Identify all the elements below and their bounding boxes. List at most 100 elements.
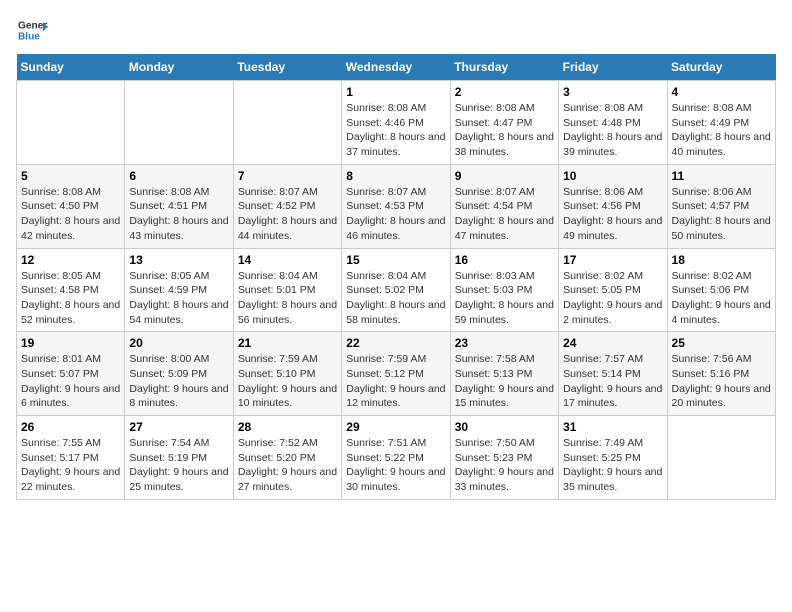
day-cell [233, 81, 341, 165]
day-info: Sunrise: 7:59 AMSunset: 5:12 PMDaylight:… [346, 352, 445, 411]
day-cell: 23 Sunrise: 7:58 AMSunset: 5:13 PMDayligh… [450, 332, 558, 416]
day-info: Sunrise: 8:07 AMSunset: 4:53 PMDaylight:… [346, 185, 445, 244]
weekday-header-wednesday: Wednesday [342, 54, 450, 81]
week-row-5: 26 Sunrise: 7:55 AMSunset: 5:17 PMDayligh… [17, 416, 776, 500]
day-cell: 13Sunrise: 8:05 AMSunset: 4:59 PMDayligh… [125, 248, 233, 332]
day-number: 28 [238, 420, 337, 434]
weekday-header-sunday: Sunday [17, 54, 125, 81]
day-cell [125, 81, 233, 165]
day-cell: 3 Sunrise: 8:08 AMSunset: 4:48 PMDaylight… [559, 81, 667, 165]
day-cell: 1 Sunrise: 8:08 AMSunset: 4:46 PMDaylight… [342, 81, 450, 165]
day-number: 8 [346, 169, 445, 183]
day-info: Sunrise: 7:52 AMSunset: 5:20 PMDaylight:… [238, 436, 337, 495]
day-cell: 29Sunrise: 7:51 AMSunset: 5:22 PMDayligh… [342, 416, 450, 500]
day-number: 3 [563, 85, 662, 99]
day-info: Sunrise: 7:58 AMSunset: 5:13 PMDaylight:… [455, 352, 554, 411]
day-cell: 5 Sunrise: 8:08 AMSunset: 4:50 PMDaylight… [17, 164, 125, 248]
day-number: 6 [129, 169, 228, 183]
day-cell: 2 Sunrise: 8:08 AMSunset: 4:47 PMDaylight… [450, 81, 558, 165]
day-number: 21 [238, 336, 337, 350]
day-info: Sunrise: 8:08 AMSunset: 4:50 PMDaylight:… [21, 185, 120, 244]
day-info: Sunrise: 7:51 AMSunset: 5:22 PMDaylight:… [346, 436, 445, 495]
day-cell: 16Sunrise: 8:03 AMSunset: 5:03 PMDayligh… [450, 248, 558, 332]
day-cell: 4 Sunrise: 8:08 AMSunset: 4:49 PMDaylight… [667, 81, 775, 165]
day-number: 16 [455, 253, 554, 267]
calendar-table: SundayMondayTuesdayWednesdayThursdayFrid… [16, 54, 776, 500]
weekday-header-thursday: Thursday [450, 54, 558, 81]
day-info: Sunrise: 8:04 AMSunset: 5:01 PMDaylight:… [238, 269, 337, 328]
day-info: Sunrise: 8:06 AMSunset: 4:56 PMDaylight:… [563, 185, 662, 244]
day-number: 27 [129, 420, 228, 434]
day-info: Sunrise: 8:08 AMSunset: 4:48 PMDaylight:… [563, 101, 662, 160]
day-cell: 31 Sunrise: 7:49 AMSunset: 5:25 PMDayligh… [559, 416, 667, 500]
day-cell: 21 Sunrise: 7:59 AMSunset: 5:10 PMDayligh… [233, 332, 341, 416]
day-number: 15 [346, 253, 445, 267]
day-number: 22 [346, 336, 445, 350]
day-cell: 24Sunrise: 7:57 AMSunset: 5:14 PMDayligh… [559, 332, 667, 416]
day-cell: 26 Sunrise: 7:55 AMSunset: 5:17 PMDayligh… [17, 416, 125, 500]
day-cell [17, 81, 125, 165]
day-number: 10 [563, 169, 662, 183]
weekday-header-row: SundayMondayTuesdayWednesdayThursdayFrid… [17, 54, 776, 81]
day-cell: 28 Sunrise: 7:52 AMSunset: 5:20 PMDayligh… [233, 416, 341, 500]
day-info: Sunrise: 7:55 AMSunset: 5:17 PMDaylight:… [21, 436, 120, 495]
day-cell: 7Sunrise: 8:07 AMSunset: 4:52 PMDaylight… [233, 164, 341, 248]
day-info: Sunrise: 7:49 AMSunset: 5:25 PMDaylight:… [563, 436, 662, 495]
day-number: 2 [455, 85, 554, 99]
logo: General Blue [16, 16, 48, 44]
day-number: 9 [455, 169, 554, 183]
day-cell: 19 Sunrise: 8:01 AMSunset: 5:07 PMDayligh… [17, 332, 125, 416]
day-number: 23 [455, 336, 554, 350]
weekday-header-monday: Monday [125, 54, 233, 81]
svg-text:Blue: Blue [18, 31, 40, 42]
day-info: Sunrise: 8:08 AMSunset: 4:49 PMDaylight:… [672, 101, 771, 160]
day-number: 19 [21, 336, 120, 350]
day-number: 1 [346, 85, 445, 99]
day-number: 20 [129, 336, 228, 350]
day-info: Sunrise: 7:59 AMSunset: 5:10 PMDaylight:… [238, 352, 337, 411]
day-number: 14 [238, 253, 337, 267]
logo-icon: General Blue [16, 16, 48, 44]
day-number: 30 [455, 420, 554, 434]
day-info: Sunrise: 8:06 AMSunset: 4:57 PMDaylight:… [672, 185, 771, 244]
day-cell: 8 Sunrise: 8:07 AMSunset: 4:53 PMDaylight… [342, 164, 450, 248]
day-info: Sunrise: 8:05 AMSunset: 4:58 PMDaylight:… [21, 269, 120, 328]
day-info: Sunrise: 8:04 AMSunset: 5:02 PMDaylight:… [346, 269, 445, 328]
day-info: Sunrise: 8:08 AMSunset: 4:46 PMDaylight:… [346, 101, 445, 160]
weekday-header-saturday: Saturday [667, 54, 775, 81]
page-header: General Blue [16, 16, 776, 44]
day-number: 4 [672, 85, 771, 99]
day-info: Sunrise: 8:08 AMSunset: 4:47 PMDaylight:… [455, 101, 554, 160]
day-number: 5 [21, 169, 120, 183]
weekday-header-friday: Friday [559, 54, 667, 81]
day-info: Sunrise: 8:02 AMSunset: 5:05 PMDaylight:… [563, 269, 662, 328]
day-cell: 30 Sunrise: 7:50 AMSunset: 5:23 PMDayligh… [450, 416, 558, 500]
day-number: 11 [672, 169, 771, 183]
day-cell: 14 Sunrise: 8:04 AMSunset: 5:01 PMDayligh… [233, 248, 341, 332]
day-cell: 11 Sunrise: 8:06 AMSunset: 4:57 PMDayligh… [667, 164, 775, 248]
week-row-1: 1 Sunrise: 8:08 AMSunset: 4:46 PMDaylight… [17, 81, 776, 165]
day-info: Sunrise: 7:56 AMSunset: 5:16 PMDaylight:… [672, 352, 771, 411]
day-cell: 15 Sunrise: 8:04 AMSunset: 5:02 PMDayligh… [342, 248, 450, 332]
day-number: 25 [672, 336, 771, 350]
day-info: Sunrise: 8:05 AMSunset: 4:59 PMDaylight:… [129, 269, 228, 328]
day-cell: 12 Sunrise: 8:05 AMSunset: 4:58 PMDayligh… [17, 248, 125, 332]
weekday-header-tuesday: Tuesday [233, 54, 341, 81]
day-info: Sunrise: 8:01 AMSunset: 5:07 PMDaylight:… [21, 352, 120, 411]
day-number: 18 [672, 253, 771, 267]
day-number: 26 [21, 420, 120, 434]
day-info: Sunrise: 7:50 AMSunset: 5:23 PMDaylight:… [455, 436, 554, 495]
day-cell: 20Sunrise: 8:00 AMSunset: 5:09 PMDayligh… [125, 332, 233, 416]
day-cell: 22 Sunrise: 7:59 AMSunset: 5:12 PMDayligh… [342, 332, 450, 416]
day-cell: 27 Sunrise: 7:54 AMSunset: 5:19 PMDayligh… [125, 416, 233, 500]
day-info: Sunrise: 7:54 AMSunset: 5:19 PMDaylight:… [129, 436, 228, 495]
day-number: 17 [563, 253, 662, 267]
week-row-2: 5 Sunrise: 8:08 AMSunset: 4:50 PMDaylight… [17, 164, 776, 248]
day-number: 31 [563, 420, 662, 434]
day-number: 12 [21, 253, 120, 267]
day-cell: 18Sunrise: 8:02 AMSunset: 5:06 PMDayligh… [667, 248, 775, 332]
day-cell: 25 Sunrise: 7:56 AMSunset: 5:16 PMDayligh… [667, 332, 775, 416]
day-info: Sunrise: 7:57 AMSunset: 5:14 PMDaylight:… [563, 352, 662, 411]
day-info: Sunrise: 8:07 AMSunset: 4:52 PMDaylight:… [238, 185, 337, 244]
day-info: Sunrise: 8:07 AMSunset: 4:54 PMDaylight:… [455, 185, 554, 244]
